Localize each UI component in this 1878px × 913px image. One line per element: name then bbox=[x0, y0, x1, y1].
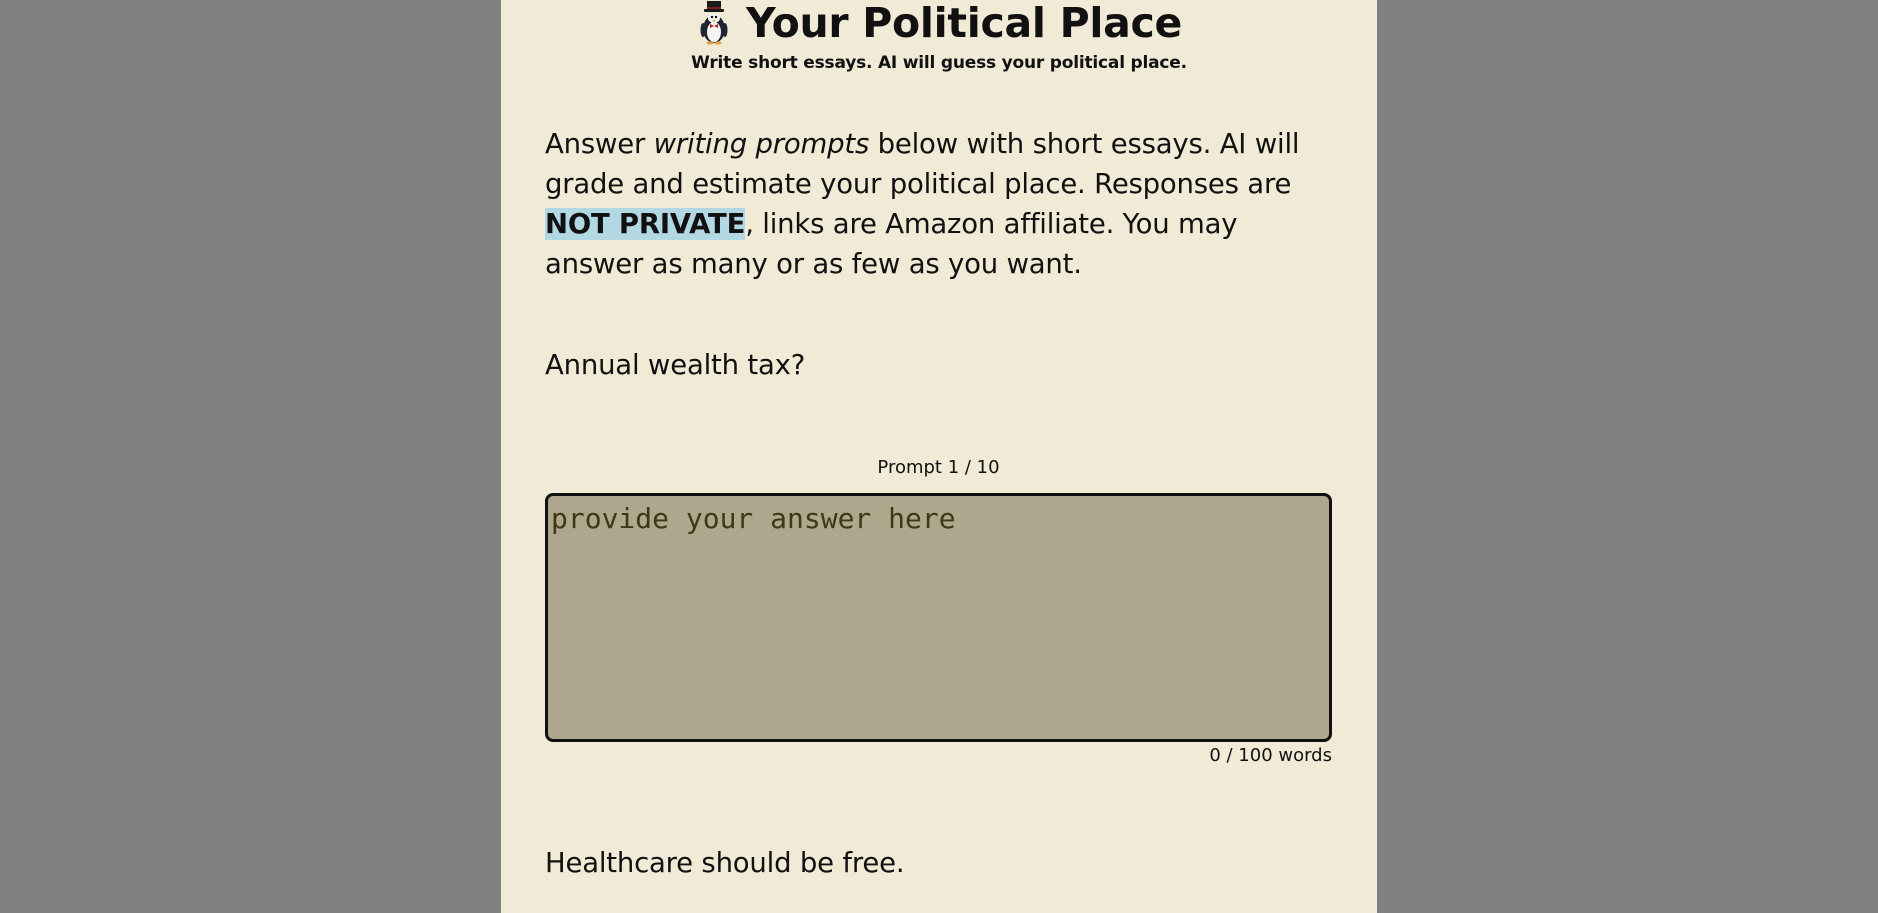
title-row: Your Political Place bbox=[501, 0, 1377, 46]
main-column: Your Political Place Write short essays.… bbox=[501, 0, 1377, 913]
intro-paragraph: Answer writing prompts below with short … bbox=[545, 124, 1332, 284]
word-count: 0 / 100 words bbox=[1209, 745, 1332, 766]
prompt-question-1: Annual wealth tax? bbox=[545, 349, 806, 381]
answer-textarea[interactable] bbox=[545, 493, 1332, 742]
page-header: Your Political Place Write short essays.… bbox=[501, 0, 1377, 73]
intro-text-italic: writing prompts bbox=[653, 128, 870, 160]
page-title: Your Political Place bbox=[746, 0, 1182, 47]
prompt-counter: Prompt 1 / 10 bbox=[877, 457, 1000, 478]
penguin-tophat-icon bbox=[696, 1, 732, 45]
page-subtitle: Write short essays. AI will guess your p… bbox=[691, 53, 1187, 73]
intro-text-1: Answer bbox=[545, 128, 654, 160]
prompt-question-2: Healthcare should be free. bbox=[545, 847, 905, 879]
not-private-highlight: NOT PRIVATE bbox=[545, 208, 746, 240]
